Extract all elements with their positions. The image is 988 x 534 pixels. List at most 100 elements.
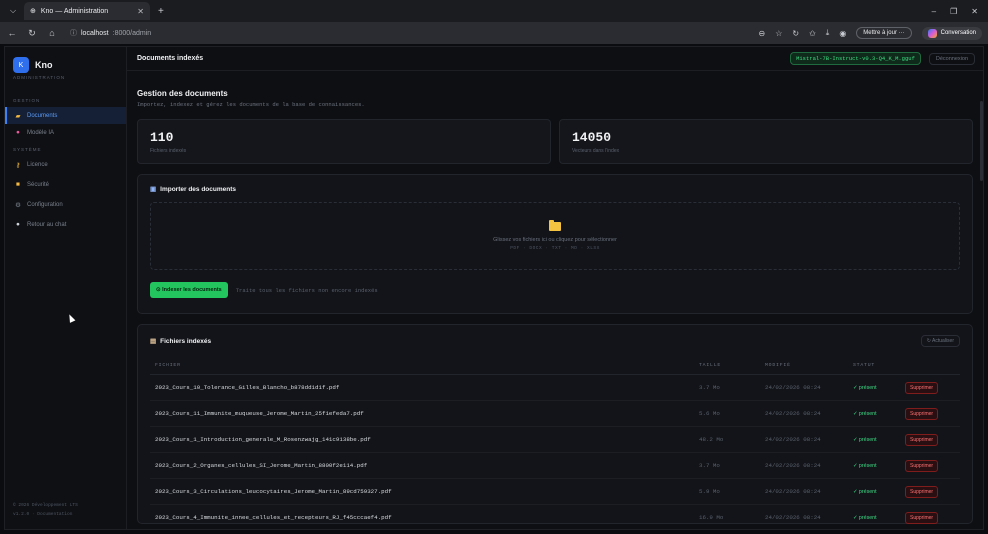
table-row: 2023_Cours_4_Immunite_innee_cellules_et_…	[150, 504, 960, 529]
topbar-title: Documents indexés	[137, 55, 204, 62]
favorite-star-icon[interactable]: ☆	[775, 29, 782, 38]
delete-button[interactable]: Supprimer	[905, 381, 939, 394]
home-icon[interactable]: ⌂	[46, 28, 58, 38]
delete-button[interactable]: Supprimer	[905, 511, 939, 524]
column-header-file: FICHIER	[150, 357, 694, 375]
address-bar: ← ↻ ⌂ ⓘ localhost:8000/admin ⊖ ☆ ↻ ✩ ⤓ ◉…	[0, 22, 988, 44]
sidebar-item-label: Modèle IA	[27, 129, 55, 136]
dropzone-text: Glissez vos fichiers ici ou cliquez pour…	[493, 236, 617, 243]
index-documents-button[interactable]: ⊙ Indexer les documents	[150, 282, 228, 298]
stat-card-vectors: 14050 Vecteurs dans l'index	[559, 119, 973, 164]
table-row: 2023_Cours_2_Organes_cellules_SI_Jerome_…	[150, 452, 960, 479]
lock-icon: ■	[16, 181, 20, 188]
file-status: ✓ présent	[848, 478, 900, 505]
url-field[interactable]: ⓘ localhost:8000/admin	[70, 28, 151, 38]
file-size: 3.7 Mo	[694, 452, 760, 479]
files-title: ▤ Fichiers indexés	[150, 337, 211, 346]
file-status: ✓ présent	[848, 374, 900, 401]
refresh-button[interactable]: ↻ Actualiser	[920, 335, 960, 347]
column-header-modified: MODIFIÉ	[760, 357, 848, 375]
logout-button[interactable]: Déconnexion	[928, 52, 975, 65]
restore-icon[interactable]: ❐	[950, 7, 957, 16]
files-table: FICHIER TAILLE MODIFIÉ STATUT 2023_Cours…	[150, 357, 960, 529]
update-button[interactable]: Mettre à jour ···	[856, 27, 912, 39]
delete-button[interactable]: Supprimer	[905, 407, 939, 420]
file-size: 5.9 Mo	[694, 478, 760, 505]
file-date: 24/02/2026 08:24	[760, 426, 848, 453]
brand: K Kno	[5, 47, 126, 75]
file-date: 24/02/2026 08:24	[760, 504, 848, 529]
dropzone[interactable]: Glissez vos fichiers ici ou cliquez pour…	[150, 202, 960, 270]
browser-tab-bar: ⌵ ⊕ Kno — Administration ✕ + – ❐ ✕	[0, 0, 988, 22]
reload-icon[interactable]: ↻	[26, 28, 38, 39]
folder-icon	[549, 219, 561, 231]
tab-list-chevron-icon[interactable]: ⌵	[4, 3, 22, 19]
page-subtitle: Importez, indexez et gérez les documents…	[137, 101, 365, 108]
globe-icon: ⊕	[30, 8, 36, 15]
sidebar-item-modele-ia[interactable]: ● Modèle IA	[5, 124, 126, 141]
sidebar-item-label: Configuration	[27, 201, 63, 208]
browser-tab[interactable]: ⊕ Kno — Administration ✕	[24, 2, 150, 20]
gear-icon: ⚙	[15, 201, 21, 209]
url-host: localhost	[81, 29, 109, 37]
refresh-extension-icon[interactable]: ↻	[792, 29, 799, 38]
import-title-label: Importer des documents	[160, 185, 237, 193]
chat-bubble-icon: ●	[16, 221, 20, 228]
folder-icon: ▰	[15, 112, 21, 120]
tab-close-icon[interactable]: ✕	[137, 7, 144, 16]
file-date: 24/02/2026 08:24	[760, 374, 848, 401]
scrollbar-thumb[interactable]	[980, 101, 983, 181]
sidebar-item-label: Sécurité	[27, 181, 50, 188]
zoom-icon[interactable]: ⊖	[758, 29, 765, 38]
section-systeme: SYSTÈME	[13, 147, 42, 152]
model-badge: Mistral-7B-Instruct-v0.3-Q4_K_M.gguf	[790, 52, 921, 65]
sidebar-item-configuration[interactable]: ⚙ Configuration	[5, 196, 126, 213]
file-status: ✓ présent	[848, 452, 900, 479]
files-header: ▤ Fichiers indexés ↻ Actualiser	[150, 335, 960, 347]
delete-button[interactable]: Supprimer	[905, 485, 939, 498]
file-name: 2023_Cours_2_Organes_cellules_SI_Jerome_…	[150, 452, 694, 479]
copilot-icon	[927, 28, 937, 38]
downloads-icon[interactable]: ⤓	[826, 28, 830, 38]
brand-subtitle: ADMINISTRATION	[13, 75, 66, 80]
delete-button[interactable]: Supprimer	[905, 433, 939, 446]
sidebar-item-documents[interactable]: ▰ Documents	[5, 107, 126, 124]
admin-app: K Kno ADMINISTRATION GESTION ▰ Documents…	[4, 46, 984, 530]
back-arrow-icon[interactable]: ←	[6, 28, 18, 38]
sidebar-item-licence[interactable]: ⚷ Licence	[5, 156, 126, 173]
import-title: ▣ Importer des documents	[150, 185, 960, 194]
sidebar: K Kno ADMINISTRATION GESTION ▰ Documents…	[5, 47, 127, 529]
scrollbar[interactable]	[979, 71, 983, 529]
stat-label: Vecteurs dans l'index	[572, 148, 620, 154]
key-icon: ⚷	[15, 161, 21, 169]
file-date: 24/02/2026 08:24	[760, 478, 848, 505]
footer-version: v1.2.0 · Documentation	[13, 512, 73, 517]
sidebar-footer: © 2026 Développement LTS v1.2.0 · Docume…	[13, 501, 78, 519]
close-window-icon[interactable]: ✕	[971, 7, 978, 16]
page-title: Gestion des documents	[137, 89, 228, 98]
column-header-status: STATUT	[848, 357, 900, 375]
delete-button[interactable]: Supprimer	[905, 459, 939, 472]
new-tab-plus-icon[interactable]: +	[158, 6, 164, 17]
files-card: ▤ Fichiers indexés ↻ Actualiser FICHIER …	[137, 324, 973, 529]
kno-logo-icon: K	[13, 57, 29, 73]
profile-avatar-icon[interactable]: ◉	[839, 29, 846, 38]
url-path: :8000/admin	[112, 29, 152, 37]
table-row: 2023_Cours_10_Tolerance_Gilles_Blancho_b…	[150, 374, 960, 401]
info-icon[interactable]: ⓘ	[70, 28, 77, 38]
file-name: 2023_Cours_11_Immunite_muqueuse_Jerome_M…	[150, 400, 694, 427]
sidebar-item-securite[interactable]: ■ Sécurité	[5, 176, 126, 193]
stat-label: Fichiers indexés	[150, 148, 187, 154]
conversation-button[interactable]: Conversation	[921, 26, 982, 40]
file-size: 3.7 Mo	[694, 374, 760, 401]
sidebar-item-retour-chat[interactable]: ● Retour au chat	[5, 216, 126, 233]
inbox-icon: ▣	[150, 186, 157, 193]
file-status: ✓ présent	[848, 504, 900, 529]
table-header-row: FICHIER TAILLE MODIFIÉ STATUT	[150, 357, 960, 375]
favorites-icon[interactable]: ✩	[809, 29, 816, 38]
brain-icon: ●	[16, 129, 20, 136]
content: Gestion des documents Importez, indexez …	[127, 89, 983, 529]
file-date: 24/02/2026 08:24	[760, 400, 848, 427]
minimize-icon[interactable]: –	[932, 7, 936, 16]
file-actions: Supprimer	[900, 452, 960, 479]
